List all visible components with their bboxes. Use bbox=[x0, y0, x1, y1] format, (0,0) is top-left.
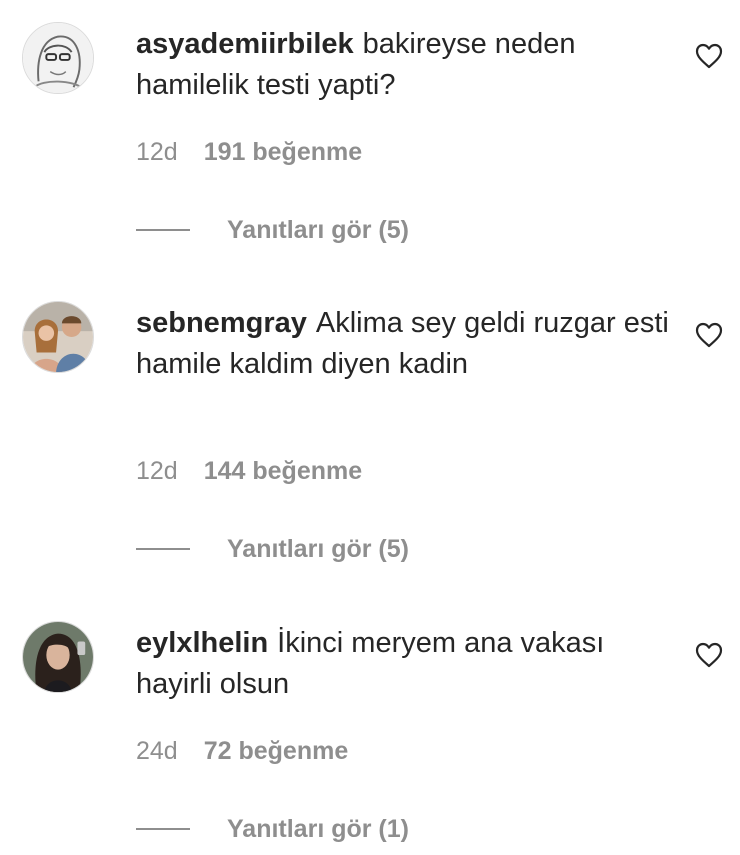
heart-outline-icon bbox=[695, 642, 723, 668]
like-button[interactable] bbox=[695, 642, 723, 668]
view-replies-button[interactable]: Yanıtları gör (1) bbox=[136, 814, 409, 844]
heart-outline-icon bbox=[695, 43, 723, 69]
like-button[interactable] bbox=[695, 322, 723, 348]
comment-meta: 12d 144 beğenme bbox=[136, 456, 362, 486]
replies-divider bbox=[136, 828, 190, 830]
view-replies-label: Yanıtları gör (5) bbox=[227, 215, 409, 244]
heart-outline-icon bbox=[695, 322, 723, 348]
avatar-sketch-image bbox=[23, 23, 93, 93]
view-replies-label: Yanıtları gör (1) bbox=[227, 814, 409, 843]
comment-likes[interactable]: 191 beğenme bbox=[204, 138, 362, 166]
avatar[interactable] bbox=[22, 621, 94, 693]
comment-likes[interactable]: 72 beğenme bbox=[204, 737, 349, 765]
comment-time[interactable]: 24d bbox=[136, 737, 178, 765]
comment-username[interactable]: asyademiirbilek bbox=[136, 28, 354, 60]
comment-username[interactable]: sebnemgray bbox=[136, 307, 307, 339]
comment-username[interactable]: eylxlhelin bbox=[136, 627, 268, 659]
avatar[interactable] bbox=[22, 301, 94, 373]
comment-body: sebnemgray Aklima sey geldi ruzgar esti h… bbox=[136, 303, 676, 385]
view-replies-label: Yanıtları gör (5) bbox=[227, 534, 409, 563]
replies-divider bbox=[136, 548, 190, 550]
avatar[interactable] bbox=[22, 22, 94, 94]
view-replies-button[interactable]: Yanıtları gör (5) bbox=[136, 215, 409, 245]
view-replies-button[interactable]: Yanıtları gör (5) bbox=[136, 534, 409, 564]
replies-divider bbox=[136, 229, 190, 231]
avatar-portrait-image bbox=[23, 622, 93, 692]
comment-time[interactable]: 12d bbox=[136, 138, 178, 166]
comment-meta: 24d 72 beğenme bbox=[136, 736, 348, 766]
comment-time[interactable]: 12d bbox=[136, 457, 178, 485]
comment-body: asyademiirbilek bakireyse neden hamilelik… bbox=[136, 24, 676, 106]
comment-body: eylxlhelin İkinci meryem ana vakası hayir… bbox=[136, 623, 676, 705]
comment-meta: 12d 191 beğenme bbox=[136, 137, 362, 167]
like-button[interactable] bbox=[695, 43, 723, 69]
comment-likes[interactable]: 144 beğenme bbox=[204, 457, 362, 485]
avatar-photo-image bbox=[23, 302, 93, 372]
